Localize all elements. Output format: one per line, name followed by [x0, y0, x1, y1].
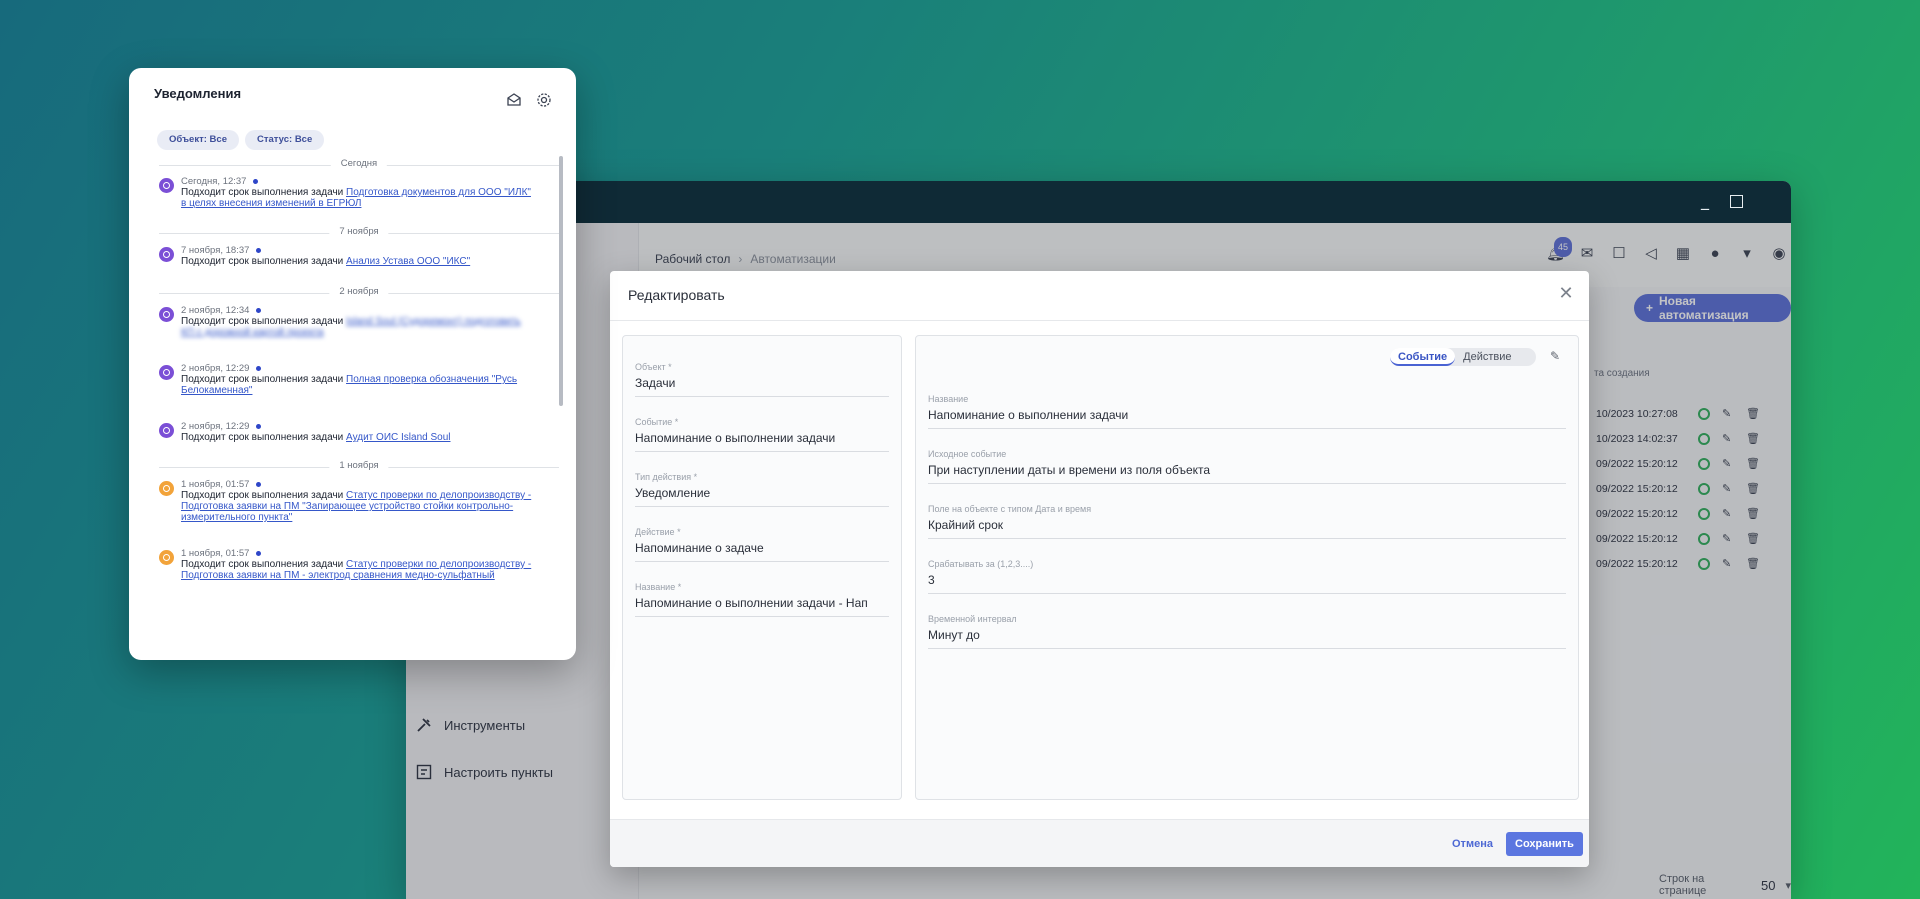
notification-time: 1 ноября, 01:57 — [181, 548, 262, 559]
field-label: Название * — [635, 582, 682, 592]
notification-time: Сегодня, 12:37 — [181, 176, 259, 187]
time-interval-field[interactable]: Временной интервал Минут до — [928, 614, 1566, 649]
field-label: Действие * — [635, 527, 681, 537]
field-label: Тип действия * — [635, 472, 698, 482]
trigger-before-field[interactable]: Срабатывать за (1,2,3....) 3 — [928, 559, 1566, 594]
date-divider: 2 ноября — [159, 286, 559, 300]
notification-time: 2 ноября, 12:29 — [181, 421, 262, 432]
source-event-field[interactable]: Исходное событие При наступлении даты и … — [928, 449, 1566, 484]
unread-dot — [256, 424, 262, 429]
notifications-popup: Уведомления Объект: Все Статус: Все Сего… — [129, 68, 576, 660]
tab-action[interactable]: Действие — [1455, 348, 1519, 366]
name-field[interactable]: Название * Напоминание о выполнении зада… — [635, 582, 889, 617]
task-link[interactable]: Аудит ОИС Island Soul — [346, 432, 450, 443]
object-field[interactable]: Объект * Задачи — [635, 362, 889, 397]
notification-text: Подходит срок выполнения задачи Статус п… — [181, 490, 532, 523]
notification-time: 2 ноября, 12:29 — [181, 363, 262, 374]
date-divider-label: 2 ноября — [329, 286, 389, 297]
clock-icon — [159, 481, 174, 496]
event-name-field[interactable]: Название Напоминание о выполнении задачи — [928, 394, 1566, 429]
modal-header: Редактировать ✕ — [610, 271, 1589, 321]
field-label: Срабатывать за (1,2,3....) — [928, 559, 1034, 569]
window-titlebar: _ — [406, 181, 1791, 223]
notification-time: 1 ноября, 01:57 — [181, 479, 262, 490]
field-label: Объект * — [635, 362, 672, 372]
field-label: Поле на объекте с типом Дата и время — [928, 504, 1092, 514]
scrollbar[interactable] — [559, 156, 563, 406]
field-value: Напоминание о выполнении задачи — [635, 431, 836, 445]
field-value: Минут до — [928, 628, 980, 642]
field-value: 3 — [928, 573, 935, 587]
date-divider: 7 ноября — [159, 226, 559, 240]
maximize-button[interactable] — [1730, 195, 1743, 208]
field-value: Напоминание о выполнении задачи - Нап — [635, 596, 868, 610]
action-field[interactable]: Действие * Напоминание о задаче — [635, 527, 889, 562]
filter-object-chip[interactable]: Объект: Все — [157, 130, 239, 150]
field-value: Уведомление — [635, 486, 711, 500]
edit-modal: Редактировать ✕ Объект * Задачи Событие … — [610, 271, 1589, 867]
datetime-field-select[interactable]: Поле на объекте с типом Дата и время Кра… — [928, 504, 1566, 539]
task-link[interactable]: Анализ Устава ООО "ИКС" — [346, 256, 470, 267]
notification-text: Подходит срок выполнения задачи Статус п… — [181, 559, 532, 581]
save-button[interactable]: Сохранить — [1506, 832, 1583, 856]
notification-text: Подходит срок выполнения задачи Island S… — [181, 316, 521, 338]
notification-text: Подходит срок выполнения задачи Полная п… — [181, 374, 518, 396]
notification-text: Подходит срок выполнения задачи Анализ У… — [181, 256, 471, 267]
date-divider-label: Сегодня — [330, 158, 388, 169]
field-value: Задачи — [635, 376, 676, 390]
notifications-title: Уведомления — [154, 86, 242, 101]
action-type-field[interactable]: Тип действия * Уведомление — [635, 472, 889, 507]
task-icon — [159, 247, 174, 262]
minimize-button[interactable]: _ — [1701, 191, 1709, 210]
unread-dot — [253, 179, 259, 184]
event-action-tabs: Событие Действие — [1390, 348, 1536, 366]
object-panel: Объект * Задачи Событие * Напоминание о … — [622, 335, 902, 800]
modal-footer: Отмена Сохранить — [610, 819, 1589, 867]
field-label: Событие * — [635, 417, 679, 427]
field-value: Напоминание о выполнении задачи — [928, 408, 1129, 422]
field-value: При наступлении даты и времени из поля о… — [928, 463, 1211, 477]
task-icon — [159, 178, 174, 193]
notification-text: Подходит срок выполнения задачи Подготов… — [181, 187, 531, 209]
close-icon[interactable]: ✕ — [1555, 283, 1577, 305]
field-value: Крайний срок — [928, 518, 1004, 532]
gear-icon[interactable] — [536, 92, 552, 108]
clock-icon — [159, 550, 174, 565]
date-divider: 1 ноября — [159, 460, 559, 474]
mark-read-icon[interactable] — [506, 92, 522, 108]
filter-status-chip[interactable]: Статус: Все — [245, 130, 325, 150]
field-label: Исходное событие — [928, 449, 1007, 459]
cancel-button[interactable]: Отмена — [1452, 838, 1493, 850]
task-icon — [159, 423, 174, 438]
modal-title: Редактировать — [628, 287, 725, 303]
event-settings-panel: Событие Действие ✎ Название Напоминание … — [915, 335, 1579, 800]
notification-text: Подходит срок выполнения задачи Аудит ОИ… — [181, 432, 451, 443]
task-icon — [159, 365, 174, 380]
field-value: Напоминание о задаче — [635, 541, 764, 555]
field-label: Название — [928, 394, 969, 404]
notification-time: 7 ноября, 18:37 — [181, 245, 262, 256]
unread-dot — [256, 366, 262, 371]
date-divider-label: 7 ноября — [329, 226, 389, 237]
unread-dot — [256, 482, 262, 487]
unread-dot — [256, 308, 262, 313]
field-label: Временной интервал — [928, 614, 1017, 624]
event-field[interactable]: Событие * Напоминание о выполнении задач… — [635, 417, 889, 452]
task-icon — [159, 307, 174, 322]
tab-event[interactable]: Событие — [1390, 348, 1456, 366]
notifications-actions — [506, 92, 552, 108]
unread-dot — [256, 248, 262, 253]
pencil-icon[interactable]: ✎ — [1550, 349, 1560, 363]
date-divider: Сегодня — [159, 158, 559, 172]
notification-time: 2 ноября, 12:34 — [181, 305, 262, 316]
date-divider-label: 1 ноября — [329, 460, 389, 471]
unread-dot — [256, 551, 262, 556]
